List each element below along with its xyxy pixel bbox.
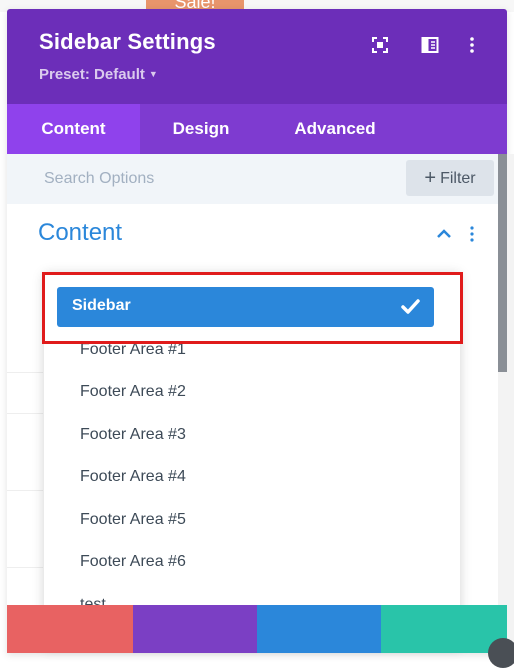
selected-option-sidebar[interactable]: Sidebar xyxy=(57,287,434,327)
section-title[interactable]: Content xyxy=(38,219,122,247)
bottom-bar-segment[interactable] xyxy=(133,605,257,653)
scrollbar-thumb[interactable] xyxy=(498,154,507,372)
filter-button[interactable]: + Filter xyxy=(406,160,494,196)
bottom-bar-segment[interactable] xyxy=(381,605,507,653)
option-footer-area-2[interactable]: Footer Area #2 xyxy=(80,383,186,401)
resize-handle[interactable] xyxy=(488,638,514,668)
divider-line xyxy=(7,413,43,414)
bottom-bar-segment[interactable] xyxy=(7,605,133,653)
tab-advanced[interactable]: Advanced xyxy=(262,104,408,154)
search-input[interactable]: Search Options xyxy=(44,170,154,188)
preset-label: Preset: Default xyxy=(39,66,145,83)
preset-selector[interactable]: Preset: Default ▼ xyxy=(39,66,158,83)
caret-down-icon: ▼ xyxy=(148,69,158,79)
tab-design[interactable]: Design xyxy=(140,104,262,154)
chevron-up-icon[interactable] xyxy=(436,227,452,239)
search-row: Search Options + Filter xyxy=(7,154,507,204)
split-view-icon[interactable] xyxy=(421,36,439,54)
divider-line xyxy=(7,372,43,373)
option-footer-area-6[interactable]: Footer Area #6 xyxy=(80,553,186,571)
divider-line xyxy=(7,490,43,491)
filter-label: Filter xyxy=(440,170,476,187)
divider-line xyxy=(7,567,43,568)
selected-option-label: Sidebar xyxy=(72,297,131,314)
section-options-icon[interactable] xyxy=(470,226,474,242)
option-footer-area-5[interactable]: Footer Area #5 xyxy=(80,511,186,529)
bottom-bar-segment[interactable] xyxy=(257,605,381,653)
modal-title: Sidebar Settings xyxy=(39,29,216,54)
checkmark-icon xyxy=(401,299,420,314)
option-footer-area-4[interactable]: Footer Area #4 xyxy=(80,468,186,486)
option-footer-area-3[interactable]: Footer Area #3 xyxy=(80,426,186,444)
option-footer-area-1[interactable]: Footer Area #1 xyxy=(80,341,186,359)
tab-bar: Content Design Advanced xyxy=(7,104,507,154)
more-options-icon[interactable] xyxy=(463,36,481,54)
sidebar-dropdown: Footer Area #1 Footer Area #2 Footer Are… xyxy=(44,272,460,646)
plus-icon: + xyxy=(424,167,437,189)
tab-content[interactable]: Content xyxy=(7,104,140,154)
modal-header: Sidebar Settings Preset: Default ▼ xyxy=(7,9,507,104)
fullscreen-icon[interactable] xyxy=(371,36,389,54)
